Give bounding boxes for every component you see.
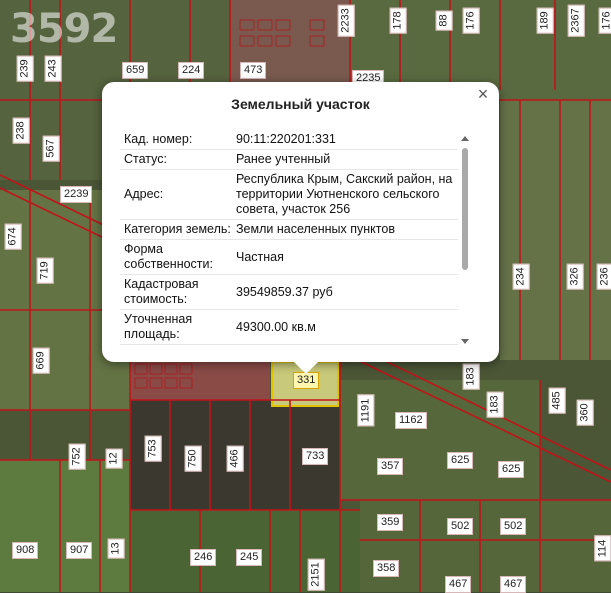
info-key: Категория земель: — [124, 222, 231, 236]
popup-title: Земельный участок — [231, 96, 370, 112]
plot-number-label[interactable]: 243 — [44, 55, 62, 82]
plot-number-label[interactable]: 238 — [12, 117, 30, 144]
plot-number-label[interactable]: 753 — [144, 435, 162, 462]
plot-number-label[interactable]: 719 — [36, 257, 54, 284]
plot-number-label[interactable]: 733 — [302, 448, 329, 465]
plot-number-label[interactable]: 467 — [500, 576, 527, 593]
plot-number-label[interactable]: 246 — [190, 549, 217, 566]
info-value: 90:11:220201:331 — [236, 132, 336, 146]
selected-plot-label[interactable]: 331 — [293, 372, 320, 389]
plot-number-label[interactable]: 1191 — [357, 394, 375, 427]
info-row-status: Статус: Ранее учтенный — [120, 150, 458, 170]
info-value: 49300.00 кв.м — [236, 319, 316, 334]
info-row-land-category: Категория земель: Земли населенных пункт… — [120, 220, 458, 240]
plot-number-label[interactable]: 12 — [105, 448, 123, 469]
info-key: Кадастровая стоимость: — [124, 277, 199, 306]
plot-number-label[interactable]: 358 — [373, 560, 400, 577]
plot-number-label[interactable]: 359 — [377, 514, 404, 531]
plot-number-label[interactable]: 502 — [447, 518, 474, 535]
plot-number-label[interactable]: 183 — [486, 391, 504, 418]
info-key: Кад. номер: — [124, 132, 193, 146]
plot-number-label[interactable]: 908 — [12, 542, 39, 559]
info-row-area: Уточненная площадь: 49300.00 кв.м — [120, 310, 458, 345]
plot-number-label[interactable]: 239 — [16, 55, 34, 82]
plot-number-label[interactable]: 224 — [178, 62, 205, 79]
info-value: Республика Крым, Сакский район, на терри… — [236, 172, 453, 216]
plot-number-label[interactable]: 2367 — [567, 4, 585, 37]
info-row-cadastral-value: Кадастровая стоимость: 39549859.37 руб — [120, 275, 458, 310]
info-key: Уточненная площадь: — [124, 312, 193, 341]
plot-number-label[interactable]: 674 — [4, 223, 22, 250]
info-table: Кад. номер: 90:11:220201:331 Статус: Ран… — [120, 130, 458, 345]
plot-number-label[interactable]: 178 — [389, 7, 407, 34]
info-value: Частная — [236, 249, 284, 264]
info-value: Ранее учтенный — [236, 152, 331, 166]
scroll-thumb[interactable] — [462, 148, 468, 270]
info-row-cadastral-number: Кад. номер: 90:11:220201:331 — [120, 130, 458, 150]
plot-number-label[interactable]: 659 — [122, 62, 149, 79]
plot-number-label[interactable]: 669 — [32, 347, 50, 374]
plot-number-label[interactable]: 176 — [462, 7, 480, 34]
plot-number-label[interactable]: 473 — [240, 62, 267, 79]
plot-number-label[interactable]: 750 — [184, 445, 202, 472]
plot-number-label[interactable]: 752 — [68, 443, 86, 470]
plot-number-label[interactable]: 357 — [377, 458, 404, 475]
plot-number-label[interactable]: 234 — [512, 263, 530, 290]
plot-number-label[interactable]: 2239 — [60, 186, 93, 203]
plot-number-label[interactable]: 467 — [445, 576, 472, 593]
info-row-address: Адрес: Республика Крым, Сакский район, н… — [120, 170, 458, 220]
plot-number-label[interactable]: 360 — [576, 399, 594, 426]
plot-number-label[interactable]: 236 — [596, 263, 611, 290]
plot-number-label[interactable]: 2233 — [337, 4, 355, 37]
plot-number-label[interactable]: 114 — [594, 535, 611, 562]
plot-number-label[interactable]: 176 — [598, 7, 611, 34]
plot-number-label[interactable]: 13 — [107, 538, 125, 559]
watermark-logo: 3592 — [10, 6, 118, 52]
info-value: 39549859.37 руб — [236, 284, 333, 299]
plot-number-label[interactable]: 189 — [536, 7, 554, 34]
close-icon[interactable]: × — [475, 85, 491, 103]
plot-number-label[interactable]: 502 — [500, 518, 527, 535]
popup-scrollbar[interactable] — [460, 136, 470, 344]
plot-number-label[interactable]: 625 — [447, 452, 474, 469]
info-value: Земли населенных пунктов — [236, 222, 395, 236]
plot-number-label[interactable]: 466 — [226, 445, 244, 472]
plot-number-label[interactable]: 625 — [498, 461, 525, 478]
plot-number-label[interactable]: 245 — [236, 549, 263, 566]
plot-number-label[interactable]: 88 — [435, 10, 453, 31]
plot-number-label[interactable]: 1162 — [395, 412, 427, 429]
info-key: Форма собственности: — [124, 242, 213, 271]
info-key: Адрес: — [124, 187, 164, 201]
plot-number-label[interactable]: 183 — [462, 363, 480, 390]
plot-number-label[interactable]: 2151 — [307, 558, 325, 591]
plot-number-label[interactable]: 326 — [566, 263, 584, 290]
land-plot-popup: Земельный участок × Кад. номер: 90:11:22… — [102, 82, 499, 374]
info-row-ownership: Форма собственности: Частная — [120, 240, 458, 275]
info-key: Статус: — [124, 152, 167, 166]
plot-number-label[interactable]: 907 — [66, 542, 93, 559]
plot-number-label[interactable]: 485 — [548, 387, 566, 414]
scroll-up-arrow-icon[interactable] — [461, 136, 469, 141]
plot-number-label[interactable]: 567 — [42, 135, 60, 162]
scroll-down-arrow-icon[interactable] — [461, 339, 469, 344]
